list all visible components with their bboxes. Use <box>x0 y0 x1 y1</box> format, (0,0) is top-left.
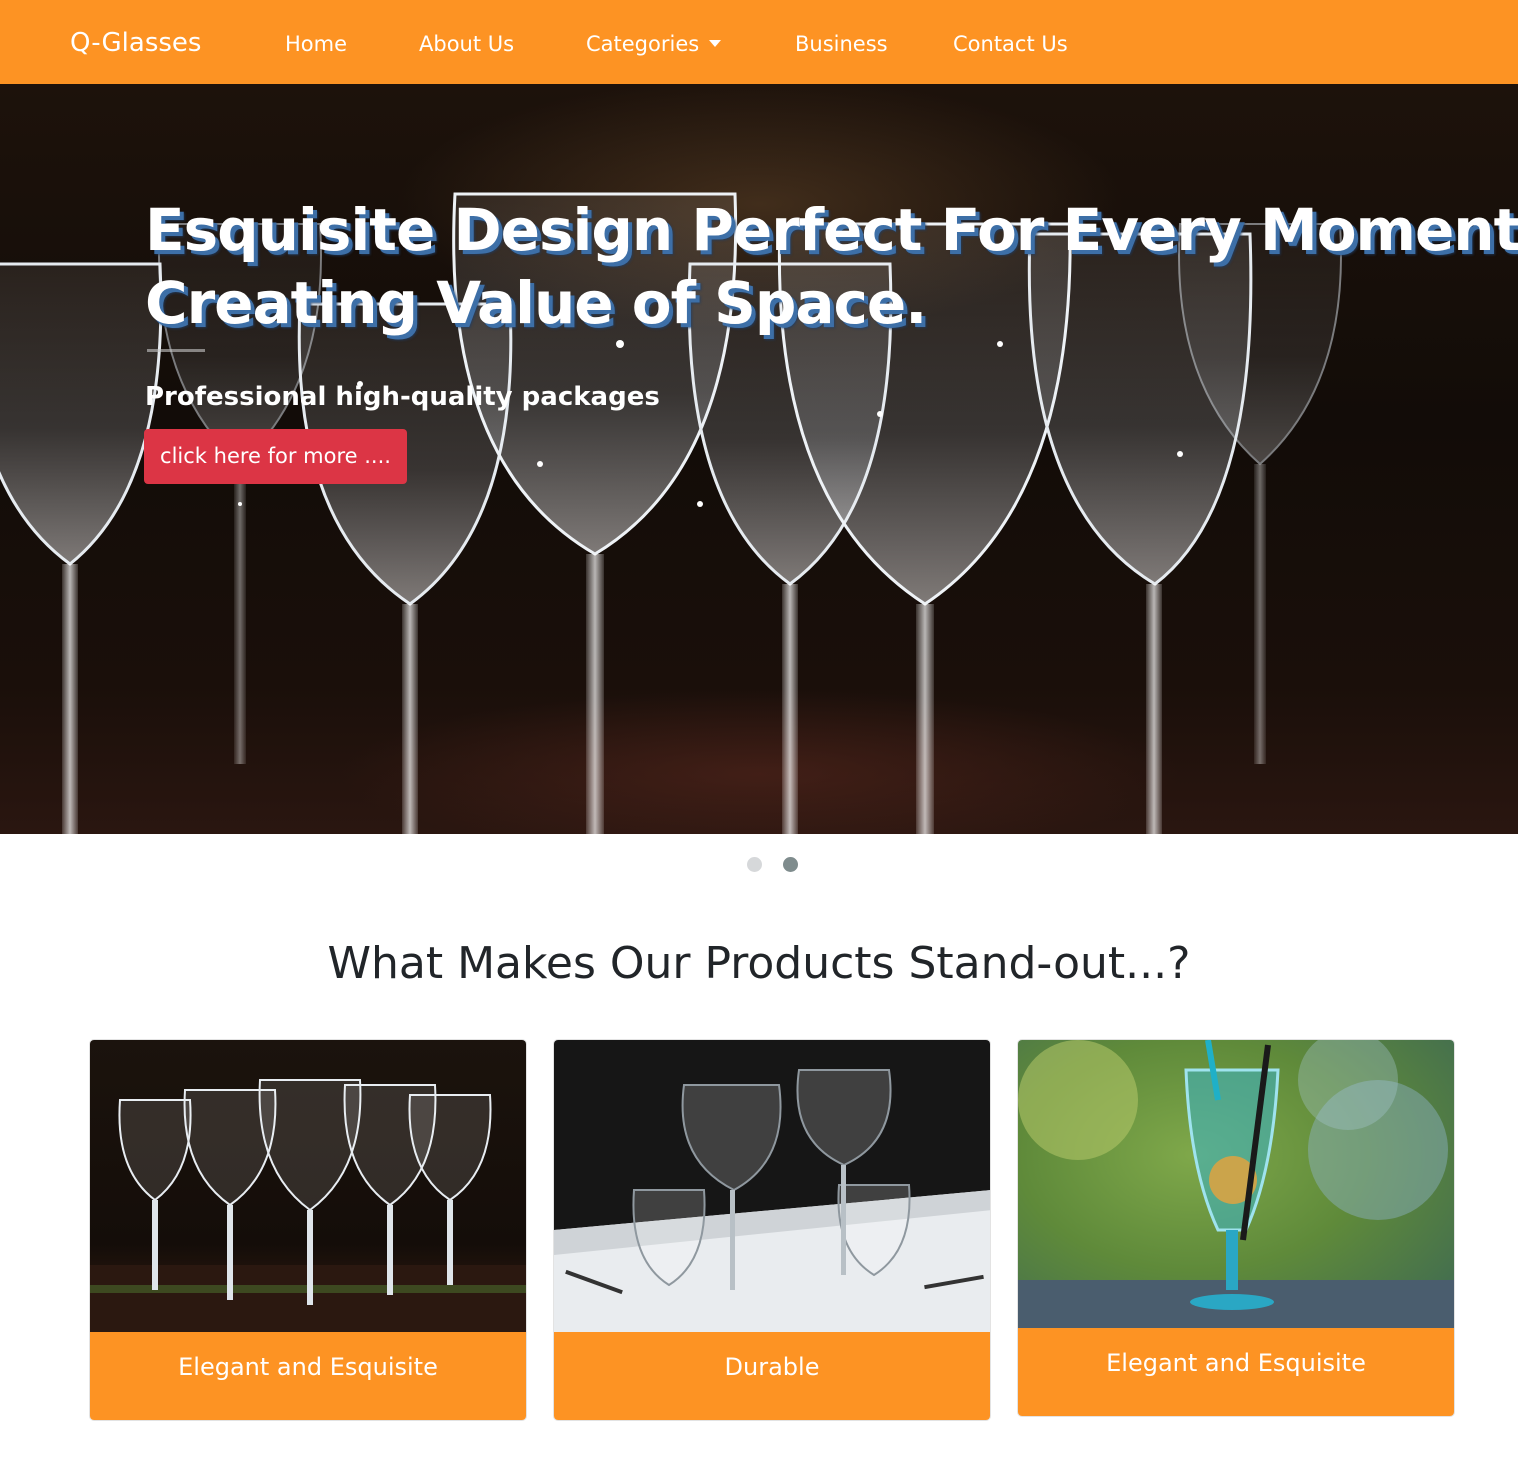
nav-business[interactable]: Business <box>795 30 888 58</box>
nav-categories[interactable]: Categories <box>586 30 722 58</box>
card-1-image <box>90 1040 526 1332</box>
nav-about-us[interactable]: About Us <box>419 30 514 58</box>
top-navbar: Q-Glasses Home About Us Categories Busin… <box>0 0 1518 84</box>
card-2-image <box>554 1040 990 1332</box>
caret-down-icon <box>709 40 722 47</box>
hero-title-line2: Creating Value of Space. <box>145 269 927 337</box>
hero-carousel: Esquisite Design Perfect For Every Momen… <box>0 84 1518 834</box>
carousel-indicator-1[interactable] <box>747 857 762 872</box>
card-3-image <box>1018 1040 1454 1328</box>
nav-categories-label: Categories <box>586 32 700 56</box>
feature-card-3[interactable]: Elegant and Esquisite <box>1017 1039 1455 1417</box>
hero-title-line1: Esquisite Design Perfect For Every Momen… <box>145 196 1518 264</box>
click-here-button[interactable]: click here for more .... <box>144 429 407 484</box>
hero-title: Esquisite Design Perfect For Every Momen… <box>145 194 1518 340</box>
hero-divider <box>147 349 205 352</box>
feature-card-1[interactable]: Elegant and Esquisite <box>89 1039 527 1421</box>
nav-contact-us[interactable]: Contact Us <box>953 30 1068 58</box>
feature-card-1-label: Elegant and Esquisite <box>90 1332 526 1420</box>
feature-card-2[interactable]: Durable <box>553 1039 991 1421</box>
features-title: What Makes Our Products Stand-out...? <box>327 938 1191 989</box>
nav-home[interactable]: Home <box>285 30 347 58</box>
carousel-indicator-2[interactable] <box>783 857 798 872</box>
feature-card-3-label: Elegant and Esquisite <box>1018 1328 1454 1416</box>
brand-logo[interactable]: Q-Glasses <box>70 27 201 59</box>
feature-card-2-label: Durable <box>554 1332 990 1420</box>
hero-subtitle: Professional high-quality packages <box>145 382 660 412</box>
